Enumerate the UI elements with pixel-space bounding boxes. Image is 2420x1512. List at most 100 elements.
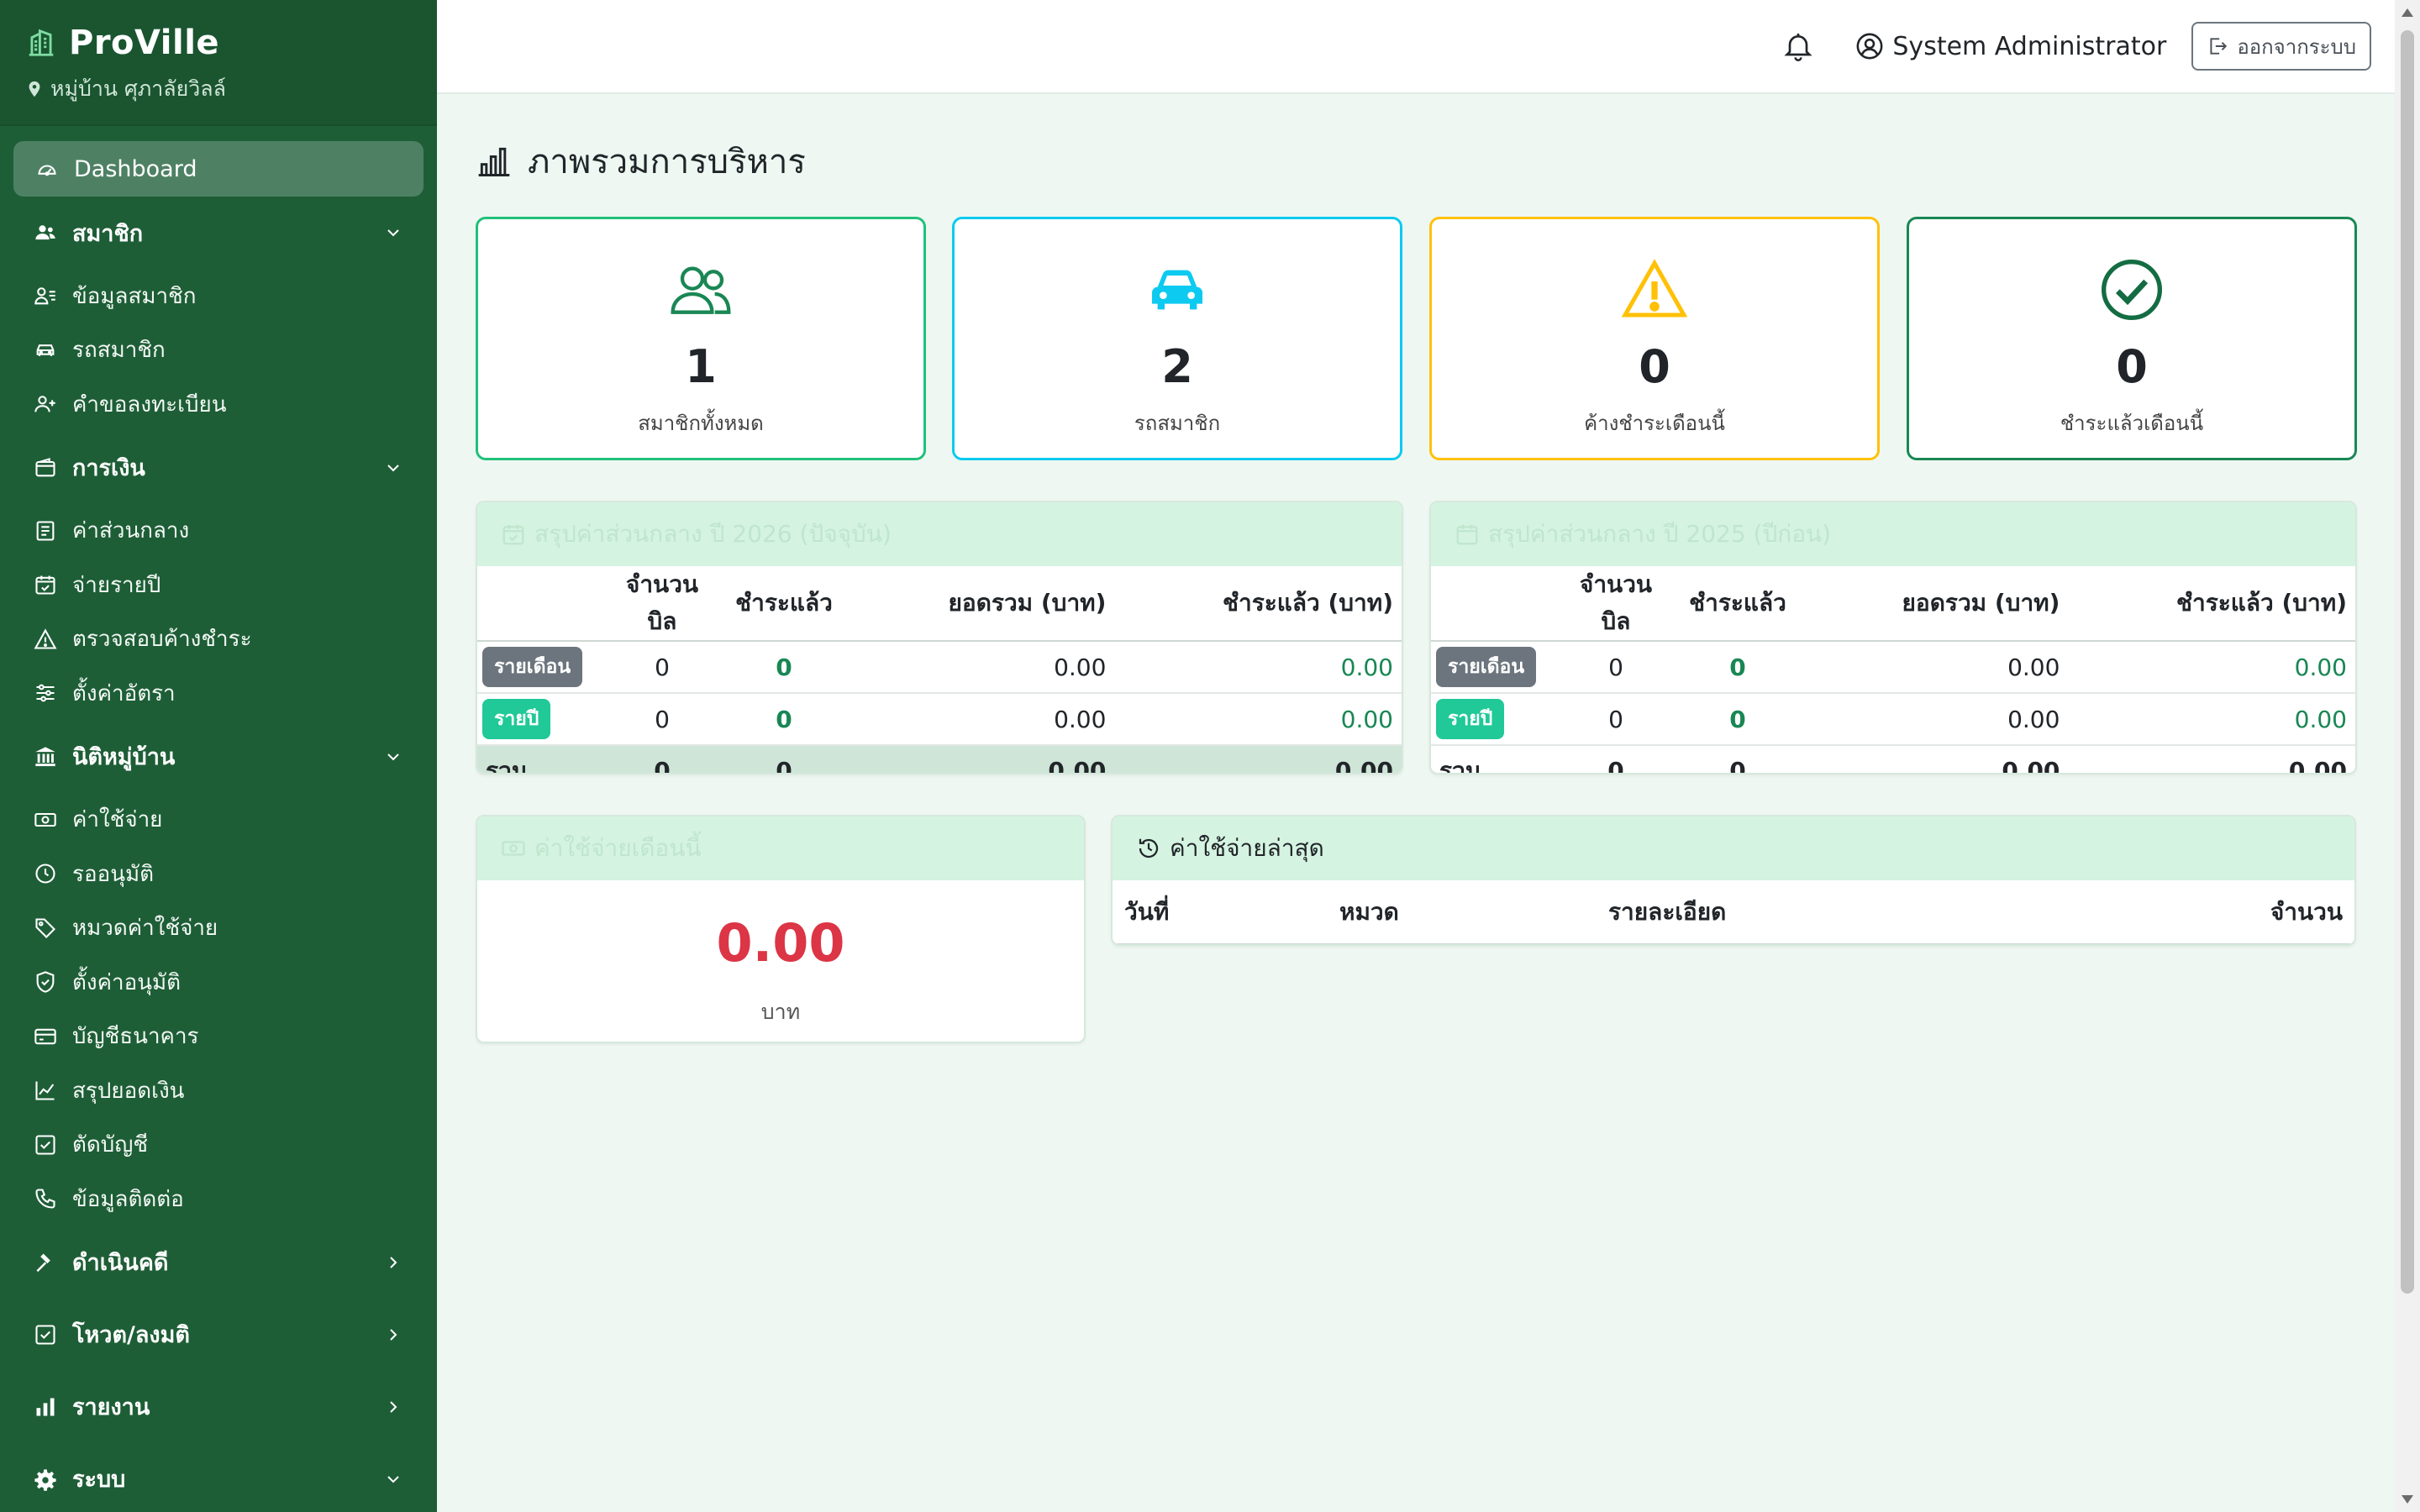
badge-yearly: รายปี: [482, 699, 551, 739]
stat-label: รถสมาชิก: [1134, 412, 1221, 435]
sidebar-item-expenses[interactable]: ค่าใช้จ่าย: [13, 793, 424, 848]
col-category: หมวด: [1331, 880, 1600, 944]
clock-history-icon: [1139, 838, 1159, 858]
stat-card-total-members[interactable]: 1 สมาชิกทั้งหมด: [476, 217, 926, 460]
summary-current-year-card: สรุปค่าส่วนกลาง ปี 2026 (ปัจจุบัน) จำนวน…: [476, 501, 1403, 774]
sidebar-item-balance-summary[interactable]: สรุปยอดเงิน: [13, 1063, 424, 1118]
expense-month-amount: 0.00: [716, 912, 845, 974]
sidebar-group-juristic[interactable]: นิติหมู่บ้าน: [13, 721, 424, 793]
page-scrollbar[interactable]: [2395, 0, 2420, 1512]
calendar-icon: [1456, 524, 1478, 545]
chevron-down-icon: [387, 464, 399, 471]
card-header: สรุปค่าส่วนกลาง ปี 2026 (ปัจจุบัน): [477, 502, 1402, 566]
table-row: รายปี 0 0 0.00 0.00: [477, 693, 1402, 746]
stat-card-overdue-month[interactable]: 0 ค้างชำระเดือนนี้: [1429, 217, 1880, 460]
summary-previous-year-card: สรุปค่าส่วนกลาง ปี 2025 (ปีก่อน) จำนวนบิ…: [1429, 501, 2357, 774]
sidebar-item-registration-requests[interactable]: คำขอลงทะเบียน: [13, 377, 424, 432]
brand: ProVille หมู่บ้าน ศุภาลัยวิลล์: [0, 0, 437, 126]
expense-month-card: ค่าใช้จ่ายเดือนนี้ 0.00 บาท: [476, 815, 1086, 1043]
sidebar-group-finance[interactable]: การเงิน: [13, 432, 424, 504]
col-bills: จำนวนบิล: [1557, 566, 1675, 642]
warning-triangle-icon: [1621, 259, 1688, 318]
stat-value: 0: [2116, 340, 2148, 393]
summary-current-table: จำนวนบิล ชำระแล้ว ยอดรวม (บาท) ชำระแล้ว …: [477, 566, 1402, 773]
sidebar-item-approval-settings[interactable]: ตั้งค่าอนุมัติ: [13, 955, 424, 1010]
badge-yearly: รายปี: [1436, 699, 1505, 739]
credit-card-icon: [34, 1028, 56, 1044]
table-row: รายเดือน 0 0 0.00 0.00: [477, 641, 1402, 694]
col-date: วันที่: [1113, 880, 1331, 944]
telephone-icon: [35, 1189, 55, 1209]
recent-expenses-card: ค่าใช้จ่ายล่าสุด วันที่ หมวด รายละเอียด …: [1111, 815, 2356, 946]
bar-chart-icon: [478, 147, 510, 176]
receipt-icon: [36, 521, 55, 541]
table-row: รายเดือน 0 0 0.00 0.00: [1431, 641, 2355, 694]
user-menu[interactable]: System Administrator: [1855, 32, 2166, 61]
cash-icon: [34, 812, 56, 827]
warning-triangle-icon: [34, 628, 57, 649]
sidebar-item-annual-pay[interactable]: จ่ายรายปี: [13, 558, 424, 612]
sidebar-group-system[interactable]: ระบบ: [13, 1443, 424, 1512]
sidebar: ProVille หมู่บ้าน ศุภาลัยวิลล์ Dashboard…: [0, 0, 437, 1512]
user-name: System Administrator: [1892, 31, 2167, 61]
col-paid: ชำระแล้ว: [721, 566, 847, 642]
speedometer-icon: [38, 165, 56, 176]
sidebar-item-common-fees[interactable]: ค่าส่วนกลาง: [13, 504, 424, 559]
stat-value: 0: [1639, 340, 1670, 393]
person-circle-icon: [1856, 33, 1883, 60]
person-plus-icon: [34, 396, 55, 412]
check-square-icon: [35, 1324, 55, 1345]
logout-button[interactable]: ออกจากระบบ: [2191, 22, 2371, 71]
summary-previous-table: จำนวนบิล ชำระแล้ว ยอดรวม (บาท) ชำระแล้ว …: [1431, 566, 2355, 774]
person-lines-icon: [34, 287, 55, 305]
chevron-down-icon: [387, 753, 399, 760]
stat-value: 1: [685, 340, 717, 393]
hammer-icon: [36, 1253, 50, 1272]
chevron-right-icon: [390, 1256, 397, 1268]
sidebar-item-members-info[interactable]: ข้อมูลสมาชิก: [13, 269, 424, 323]
recent-expenses-table: วันที่ หมวด รายละเอียด จำนวน: [1113, 880, 2354, 944]
sidebar-item-check-overdue[interactable]: ตรวจสอบค้างชำระ: [13, 612, 424, 667]
tag-icon: [35, 918, 55, 938]
calendar-check-icon: [35, 575, 55, 595]
bell-icon[interactable]: [1781, 29, 1815, 63]
stat-label: ค้างชำระเดือนนี้: [1584, 412, 1725, 435]
stat-card-member-cars[interactable]: 2 รถสมาชิก: [952, 217, 1402, 460]
sidebar-item-bank-accounts[interactable]: บัญชีธนาคาร: [13, 1010, 424, 1064]
sidebar-nav: Dashboard สมาชิก ข้อมูลสมาชิก รถสมาชิก ค…: [0, 126, 437, 1512]
calendar-check-icon: [502, 524, 524, 545]
badge-monthly: รายเดือน: [1436, 647, 1537, 687]
sidebar-item-close-accounts[interactable]: ตัดบัญชี: [13, 1118, 424, 1173]
col-paid-amount: ชำระแล้ว (บาท): [1114, 566, 1402, 642]
sidebar-item-expense-categories[interactable]: หมวดค่าใช้จ่าย: [13, 901, 424, 956]
sidebar-group-members[interactable]: สมาชิก: [13, 197, 424, 269]
scroll-up-arrow[interactable]: [2402, 8, 2413, 17]
sidebar-item-set-rates[interactable]: ตั้งค่าอัตรา: [13, 666, 424, 721]
brand-name[interactable]: ProVille: [69, 24, 219, 62]
sidebar-group-lawsuits[interactable]: ดำเนินคดี: [13, 1226, 424, 1299]
col-total: ยอดรวม (บาท): [847, 566, 1115, 642]
people-icon: [671, 266, 731, 314]
sidebar-item-pending-approval[interactable]: รออนุมัติ: [13, 847, 424, 901]
scroll-thumb[interactable]: [2401, 30, 2414, 1294]
box-arrow-right-icon: [2210, 38, 2228, 55]
stat-card-paid-month[interactable]: 0 ชำระแล้วเดือนนี้: [1907, 217, 2357, 460]
bar-chart-icon: [36, 1398, 55, 1415]
table-row: รายปี 0 0 0.00 0.00: [1431, 693, 2355, 746]
sidebar-group-reports[interactable]: รายงาน: [13, 1371, 424, 1443]
village-name: หมู่บ้าน ศุภาลัยวิลล์: [50, 76, 226, 101]
sidebar-item-member-cars[interactable]: รถสมาชิก: [13, 323, 424, 378]
col-paid: ชำระแล้ว: [1675, 566, 1801, 642]
card-header: สรุปค่าส่วนกลาง ปี 2025 (ปีก่อน): [1431, 502, 2355, 566]
sidebar-group-voting[interactable]: โหวต/ลงมติ: [13, 1299, 424, 1371]
chevron-down-icon: [387, 1475, 399, 1483]
sidebar-item-dashboard[interactable]: Dashboard: [13, 141, 424, 197]
table-total-row: รวม 0 0 0.00 0.00: [1439, 756, 2347, 774]
car-icon: [36, 344, 55, 356]
sliders-icon: [36, 684, 55, 702]
scroll-down-arrow[interactable]: [2402, 1495, 2413, 1504]
sidebar-item-contact-info[interactable]: ข้อมูลติดต่อ: [13, 1172, 424, 1226]
stat-label: ชำระแล้วเดือนนี้: [2060, 412, 2204, 435]
car-icon: [1152, 270, 1202, 310]
table-total-row: รวม 0 0 0.00 0.00: [477, 745, 1402, 773]
